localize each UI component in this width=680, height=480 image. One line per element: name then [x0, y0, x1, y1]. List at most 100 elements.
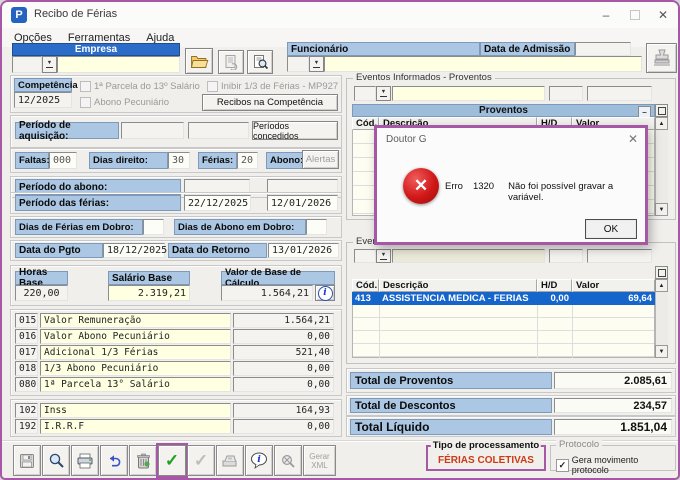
provento-valor-field[interactable]	[587, 86, 652, 101]
scroll-up-button[interactable]: ▲	[655, 279, 668, 292]
empresa-code-field[interactable]	[12, 56, 42, 73]
scroll-down-button[interactable]: ▼	[655, 345, 668, 358]
gerar-xml-label-line1: Gerar	[309, 452, 329, 461]
dialog-ok-button[interactable]: OK	[585, 219, 637, 239]
checkbox-abono-pecuniario-label: Abono Pecuniário	[94, 96, 169, 108]
folder-open-icon	[190, 54, 209, 69]
proventos-grid-title: Proventos –	[352, 104, 655, 117]
aquisicao-fim-field[interactable]	[188, 122, 249, 139]
search-button[interactable]	[42, 445, 70, 476]
info-button[interactable]: i	[245, 445, 273, 476]
total-descontos-label: Total de Descontos	[350, 398, 552, 413]
generate-xml-button[interactable]: GerarXML	[303, 445, 336, 476]
verba-value: 0,00	[233, 377, 334, 392]
gera-movimento-checkbox[interactable]: ✓	[556, 459, 569, 472]
verba-code: 015	[15, 313, 38, 328]
dias-direito-field[interactable]: 30	[168, 152, 190, 169]
save-button[interactable]	[13, 445, 41, 476]
alertas-button[interactable]: Alertas	[302, 150, 339, 169]
total-proventos-value: 2.085,61	[554, 372, 672, 389]
verba-desc: 1ª Parcela 13° Salário	[40, 377, 231, 392]
ferias-field[interactable]: 20	[237, 152, 258, 169]
provento-dropdown-button[interactable]: ▼	[376, 86, 391, 101]
error-code: 1320	[473, 181, 494, 203]
minimize-button[interactable]: –	[594, 6, 618, 24]
aquisicao-inicio-field[interactable]	[121, 122, 184, 139]
checkbox-parcela13[interactable]	[80, 81, 91, 92]
total-liquido-label: Total Líquido	[350, 419, 552, 435]
data-retorno-field[interactable]: 13/01/2026	[268, 243, 339, 258]
error-dialog: Doutor G ✕ ✕ Erro 1320 Não foi possível …	[374, 125, 648, 245]
imposto-desc: Inss	[40, 403, 231, 418]
desconto-row-desc: ASSISTENCIA MEDICA - FERIAS	[379, 293, 537, 304]
stamp-button[interactable]	[646, 43, 677, 73]
checkbox-inibir-terco-label: Inibir 1/3 de Férias - MP927	[221, 80, 338, 92]
recibos-competencia-button[interactable]: Recibos na Competência	[202, 94, 338, 111]
tipo-processamento-label: Tipo de processamento	[431, 440, 541, 451]
delete-button[interactable]	[129, 445, 157, 476]
checkbox-inibir-terco[interactable]	[207, 81, 218, 92]
desconto-valor-field[interactable]	[587, 249, 652, 263]
search-company-button[interactable]	[247, 50, 273, 74]
data-pgto-field[interactable]: 18/12/2025	[103, 243, 165, 258]
empresa-input[interactable]	[57, 56, 180, 73]
checkbox-abono-pecuniario[interactable]	[80, 97, 91, 108]
descontos-selected-row[interactable]: 413 ASSISTENCIA MEDICA - FERIAS 0,00 69,…	[352, 292, 655, 305]
open-company-button[interactable]	[185, 48, 213, 74]
close-button[interactable]: ✕	[651, 6, 675, 24]
salario-base-field[interactable]: 2.319,21	[108, 285, 190, 301]
total-proventos-label: Total de Proventos	[350, 372, 552, 389]
dobro-ferias-field[interactable]	[143, 219, 164, 235]
desconto-codigo-field[interactable]	[354, 249, 376, 263]
stamp-icon	[651, 47, 673, 69]
confirm-button[interactable]: ✓	[158, 445, 186, 476]
faltas-label: Faltas:	[15, 152, 49, 169]
periodo-ferias-fim-field[interactable]: 12/01/2026	[267, 195, 338, 211]
funcionario-dropdown-button[interactable]: ▼	[309, 56, 324, 72]
scroll-up-button[interactable]: ▲	[655, 117, 668, 130]
grid-maximize-button[interactable]	[655, 104, 668, 117]
recibo-de-ferias-window: P Recibo de Férias – ✕ Opções Ferramenta…	[0, 0, 680, 480]
base-calculo-info-button[interactable]: i	[315, 285, 335, 301]
empresa-dropdown-button[interactable]: ▼	[42, 56, 57, 73]
periodo-ferias-inicio-field[interactable]: 22/12/2025	[184, 195, 251, 211]
desconto-hd-field[interactable]	[549, 249, 583, 263]
scroll-down-button[interactable]: ▼	[655, 203, 668, 216]
grid-maximize-button[interactable]	[655, 266, 668, 279]
desconto-descricao-field[interactable]	[392, 249, 545, 263]
provento-descricao-field[interactable]	[392, 86, 545, 101]
dobro-abono-field[interactable]	[306, 219, 327, 235]
periodos-concedidos-button[interactable]: Períodos concedidos	[252, 121, 338, 140]
dialog-title: Doutor G	[386, 134, 427, 145]
cancel-search-button[interactable]	[274, 445, 302, 476]
verba-code: 018	[15, 361, 38, 376]
admissao-field[interactable]	[575, 42, 631, 56]
provento-codigo-field[interactable]	[354, 86, 376, 101]
base-calculo-field[interactable]: 1.564,21	[221, 285, 313, 301]
dropdown-arrow-icon: ▼	[381, 253, 386, 258]
verba-desc: 1/3 Abono Pecuniário	[40, 361, 231, 376]
horas-base-field[interactable]: 220,00	[15, 285, 68, 301]
undo-button[interactable]	[100, 445, 128, 476]
payment-button[interactable]	[216, 445, 244, 476]
dialog-message: Erro 1320 Não foi possível gravar a vari…	[445, 181, 645, 203]
competencia-value[interactable]: 12/2025	[14, 92, 72, 108]
imposto-code: 102	[15, 403, 38, 418]
provento-hd-field[interactable]	[549, 86, 583, 101]
report-button[interactable]	[218, 50, 244, 74]
faltas-field[interactable]: 000	[49, 152, 77, 169]
verba-value: 0,00	[233, 329, 334, 344]
desconto-dropdown-button[interactable]: ▼	[376, 249, 391, 263]
dobro-ferias-label: Dias de Férias em Dobro:	[15, 219, 143, 235]
funcionario-header: Funcionário	[287, 42, 480, 56]
maximize-button[interactable]	[623, 6, 647, 24]
approve-button[interactable]: ✓	[187, 445, 215, 476]
dialog-close-button[interactable]: ✕	[625, 132, 641, 148]
imposto-desc: I.R.R.F	[40, 419, 231, 434]
funcionario-input[interactable]	[324, 56, 642, 72]
print-button[interactable]	[71, 445, 99, 476]
funcionario-code-field[interactable]	[287, 56, 309, 72]
imposto-value: 0,00	[233, 419, 334, 434]
periodo-ferias-label: Período das férias:	[15, 195, 181, 211]
verba-code: 080	[15, 377, 38, 392]
